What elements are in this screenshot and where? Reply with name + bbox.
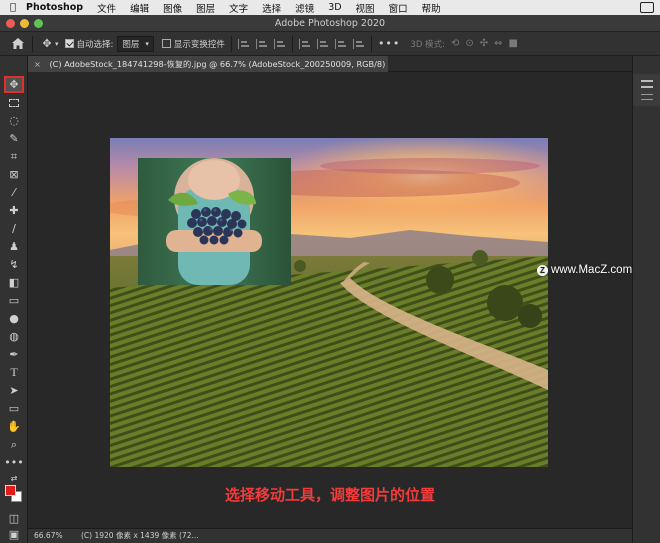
zoom-level[interactable]: 66.67% bbox=[34, 531, 63, 540]
distribute-buttons-group bbox=[298, 38, 365, 49]
gradient-tool-icon[interactable]: ▭ bbox=[4, 292, 24, 309]
move-tool-preset-icon[interactable]: ✥ bbox=[39, 36, 55, 52]
align-bottom-icon[interactable] bbox=[334, 38, 347, 49]
watermark-logo-icon: Z bbox=[537, 264, 548, 276]
more-tools-icon[interactable]: ••• bbox=[4, 454, 24, 471]
show-transform-label: 显示变换控件 bbox=[173, 39, 225, 50]
system-menu-bar:  Photoshop 文件 编辑 图像 图层 文字 选择 滤镜 3D 视图 窗… bbox=[0, 0, 660, 15]
blur-tool-icon[interactable]: ● bbox=[4, 310, 24, 327]
3d-controls-icon[interactable]: ⟲⊙✣⇔■ bbox=[451, 38, 524, 49]
quick-mask-icon[interactable]: ◫ bbox=[4, 510, 24, 527]
eraser-tool-icon[interactable]: ◧ bbox=[4, 274, 24, 291]
menu-edit[interactable]: 编辑 bbox=[130, 1, 149, 15]
menu-layer[interactable]: 图层 bbox=[196, 1, 215, 15]
auto-select-checkbox[interactable] bbox=[64, 39, 74, 48]
align-left-icon[interactable] bbox=[237, 38, 250, 49]
auto-select-dropdown[interactable]: 图层 ▾ bbox=[117, 35, 154, 52]
tools-panel: ✥ ◌ ✎ ⌗ ⊠ ⁄ ✚ ∕ ♟ ↯ ◧ ▭ ● ◍ ✒ T ➤ ▭ ✋ ⌕ … bbox=[0, 56, 28, 543]
menu-window[interactable]: 窗口 bbox=[389, 1, 408, 15]
window-title: Adobe Photoshop 2020 bbox=[274, 18, 386, 29]
history-brush-icon[interactable]: ↯ bbox=[4, 256, 24, 273]
eyedropper-tool-icon[interactable]: ⁄ bbox=[4, 184, 24, 201]
clone-stamp-icon[interactable]: ♟ bbox=[4, 238, 24, 255]
right-panel-strip bbox=[632, 56, 660, 543]
align-top-icon[interactable] bbox=[298, 38, 311, 49]
distribute-icon[interactable] bbox=[352, 38, 365, 49]
chevron-down-icon: ▾ bbox=[145, 39, 149, 48]
status-bar: 66.67% (C) 1920 像素 x 1439 像素 (72... bbox=[28, 528, 632, 543]
foreground-color-swatch[interactable] bbox=[5, 485, 16, 496]
close-window-button[interactable] bbox=[6, 19, 15, 28]
more-options-icon[interactable]: ••• bbox=[378, 37, 400, 50]
options-bar: ✥ ▾ 自动选择: 图层 ▾ 显示变换控件 ••• 3D 模式: ⟲⊙✣⇔■ bbox=[0, 32, 660, 56]
mode-3d-label: 3D 模式: bbox=[410, 39, 445, 50]
align-buttons-group bbox=[237, 38, 286, 49]
rectangle-tool-icon[interactable]: ▭ bbox=[4, 400, 24, 417]
document-tab-title: (C) AdobeStock_184741298-恢复的.jpg @ 66.7%… bbox=[49, 59, 388, 69]
menu-view[interactable]: 视图 bbox=[356, 1, 375, 15]
watermark: Z www.MacZ.com bbox=[537, 264, 632, 276]
brush-tool-icon[interactable]: ∕ bbox=[4, 220, 24, 237]
panel-collapse-tab[interactable] bbox=[633, 74, 660, 106]
window-controls bbox=[6, 19, 43, 28]
menu-select[interactable]: 选择 bbox=[262, 1, 281, 15]
marquee-tool-icon[interactable] bbox=[4, 94, 24, 111]
healing-brush-icon[interactable]: ✚ bbox=[4, 202, 24, 219]
panel-icon[interactable] bbox=[641, 94, 653, 100]
align-middle-icon[interactable] bbox=[316, 38, 329, 49]
auto-select-label: 自动选择: bbox=[76, 39, 114, 50]
align-center-icon[interactable] bbox=[255, 38, 268, 49]
close-tab-icon[interactable]: × bbox=[34, 59, 41, 69]
panel-icon[interactable] bbox=[641, 80, 653, 88]
menu-file[interactable]: 文件 bbox=[97, 1, 116, 15]
menu-image[interactable]: 图像 bbox=[163, 1, 182, 15]
screen-icon[interactable] bbox=[640, 2, 654, 13]
tutorial-caption: 选择移动工具，调整图片的位置 bbox=[224, 486, 435, 504]
watermark-text: www.MacZ.com bbox=[551, 264, 633, 276]
screen-mode-icon[interactable]: ▣ bbox=[4, 526, 24, 543]
grapes-layer-photo[interactable] bbox=[138, 158, 291, 285]
chevron-down-icon[interactable]: ▾ bbox=[55, 40, 59, 48]
auto-select-value: 图层 bbox=[122, 39, 140, 50]
menu-app-name[interactable]: Photoshop bbox=[26, 2, 83, 13]
menu-help[interactable]: 帮助 bbox=[422, 1, 441, 15]
menu-3d[interactable]: 3D bbox=[328, 2, 341, 13]
crop-tool-icon[interactable]: ⌗ bbox=[4, 148, 24, 165]
window-title-bar: Adobe Photoshop 2020 bbox=[0, 15, 660, 32]
apple-icon[interactable]:  bbox=[0, 2, 26, 13]
document-info[interactable]: (C) 1920 像素 x 1439 像素 (72... bbox=[81, 531, 199, 540]
align-right-icon[interactable] bbox=[273, 38, 286, 49]
hand-tool-icon[interactable]: ✋ bbox=[4, 418, 24, 435]
document-tab[interactable]: × (C) AdobeStock_184741298-恢复的.jpg @ 66.… bbox=[28, 56, 388, 72]
menu-filter[interactable]: 滤镜 bbox=[295, 1, 314, 15]
zoom-tool-icon[interactable]: ⌕ bbox=[4, 436, 24, 453]
zoom-window-button[interactable] bbox=[34, 19, 43, 28]
document-tab-bar: × (C) AdobeStock_184741298-恢复的.jpg @ 66.… bbox=[28, 56, 632, 72]
lasso-tool-icon[interactable]: ◌ bbox=[4, 112, 24, 129]
show-transform-checkbox[interactable] bbox=[161, 39, 171, 48]
frame-tool-icon[interactable]: ⊠ bbox=[4, 166, 24, 183]
type-tool-icon[interactable]: T bbox=[4, 364, 24, 381]
path-select-icon[interactable]: ➤ bbox=[4, 382, 24, 399]
pen-tool-icon[interactable]: ✒ bbox=[4, 346, 24, 363]
minimize-window-button[interactable] bbox=[20, 19, 29, 28]
menu-type[interactable]: 文字 bbox=[229, 1, 248, 15]
move-tool-icon[interactable]: ✥ bbox=[4, 76, 24, 93]
quick-select-tool-icon[interactable]: ✎ bbox=[4, 130, 24, 147]
dodge-tool-icon[interactable]: ◍ bbox=[4, 328, 24, 345]
home-icon[interactable] bbox=[10, 36, 26, 52]
